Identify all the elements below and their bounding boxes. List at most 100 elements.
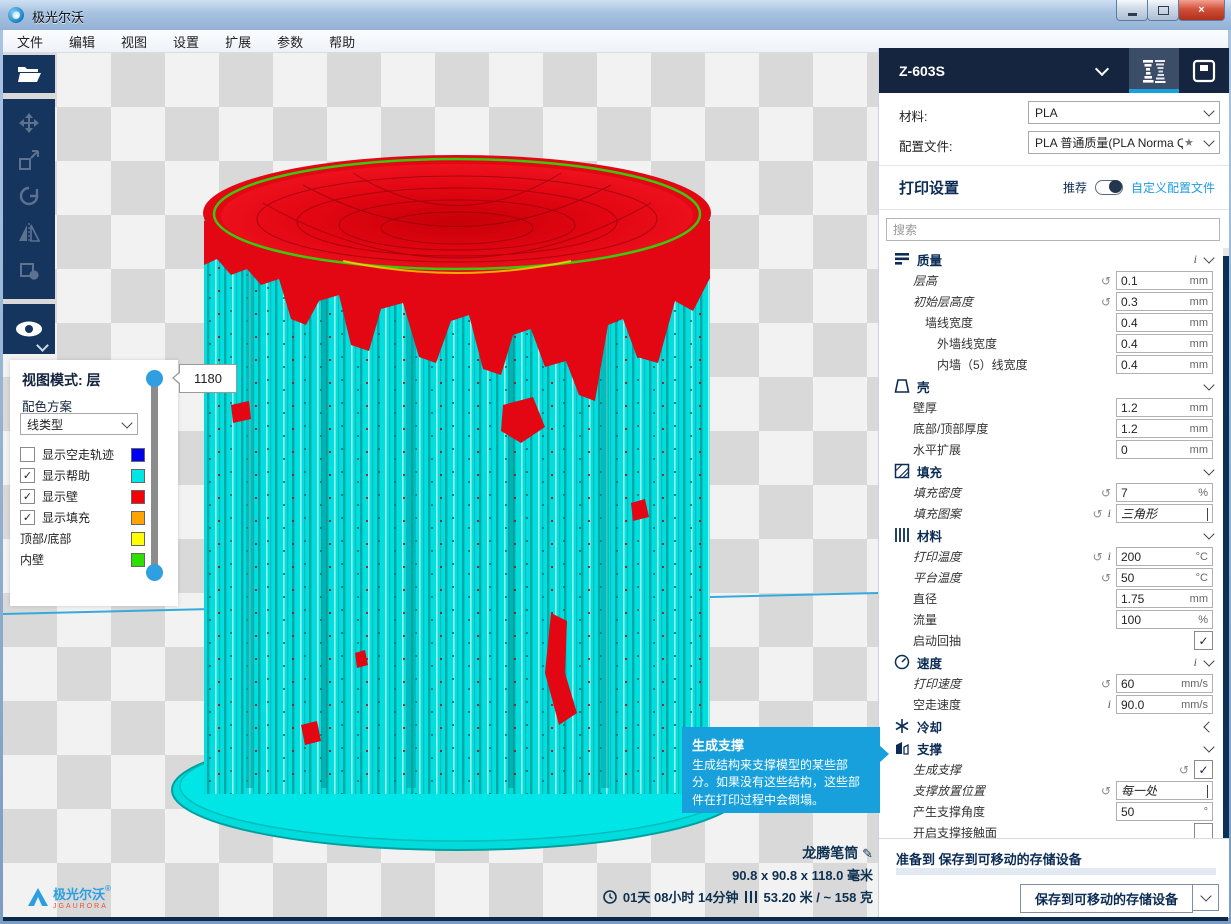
info-icon[interactable]: i [1108,506,1111,521]
info-icon[interactable]: i [1108,549,1111,564]
setting-field[interactable]: 50°C [1116,568,1213,587]
info-icon[interactable]: i [1108,697,1111,712]
machine-selector[interactable]: Z-603S [879,48,1229,93]
move-tool-icon[interactable] [17,111,41,140]
output-panel: 准备到 保存到可移动的存储设备 保存到可移动的存储设备 [879,838,1229,918]
view-options-button[interactable] [3,304,55,354]
checkbox[interactable] [20,447,35,462]
reset-icon[interactable]: ↺ [1101,784,1111,798]
profile-dropdown[interactable]: PLA 普通质量(PLA Norma Qua ★ [1028,131,1220,154]
menu-item-6[interactable]: 帮助 [329,32,355,51]
setting-field[interactable]: 0.1mm [1116,271,1213,290]
setting-checkbox[interactable]: ✓ [1194,760,1213,779]
color-swatch [131,490,145,504]
search-input[interactable]: 搜索 [886,218,1220,241]
checkbox[interactable]: ✓ [20,489,35,504]
setting-field[interactable]: 0.4mm [1116,313,1213,332]
setting-row: 内墙（5）线宽度0.4mm [879,354,1223,375]
setting-field[interactable]: 1.2mm [1116,398,1213,417]
scale-tool-icon[interactable] [17,148,41,177]
settings-scrollbar[interactable] [1223,248,1229,848]
section-header-infill[interactable]: 填充 [879,460,1223,482]
color-swatch [131,532,145,546]
section-header-shell[interactable]: 壳 [879,375,1223,397]
custom-profile-link[interactable]: 自定义配置文件 [1131,179,1215,196]
setting-field[interactable]: 200°C [1116,547,1213,566]
setting-field[interactable]: 60mm/s [1116,674,1213,693]
mirror-tool-icon[interactable] [17,221,41,250]
minimize-button[interactable] [1116,0,1148,21]
open-file-button[interactable] [3,55,55,93]
reset-icon[interactable]: ↺ [1101,486,1111,500]
setting-row: 生成支撑↺✓ [879,759,1223,780]
section-header-cooling[interactable]: 冷却 [879,715,1223,737]
setting-checkbox[interactable]: ✓ [1194,631,1213,650]
color-swatch [131,553,145,567]
menu-item-4[interactable]: 扩展 [225,32,251,51]
setting-field[interactable]: 7% [1116,483,1213,502]
setting-field[interactable]: 0.4mm [1116,355,1213,374]
reset-icon[interactable]: ↺ [1179,763,1189,777]
setting-field[interactable]: 0mm [1116,440,1213,459]
save-to-removable-button[interactable]: 保存到可移动的存储设备 [1020,884,1193,913]
scrollbar-thumb[interactable] [1223,256,1229,840]
checkbox[interactable]: ✓ [20,510,35,525]
color-scheme-dropdown[interactable]: 线类型 [20,413,138,435]
info-icon[interactable]: i [1194,252,1197,267]
view-option-2[interactable]: ✓显示壁 [20,486,145,507]
restore-button[interactable] [1147,0,1179,21]
reset-icon[interactable]: ↺ [1101,295,1111,309]
view-option-3[interactable]: ✓显示填充 [20,507,145,528]
tab-prepare-slice[interactable] [1129,48,1179,93]
setting-field[interactable]: 0.4mm [1116,334,1213,353]
reset-icon[interactable]: ↺ [1101,571,1111,585]
view-option-1[interactable]: ✓显示帮助 [20,465,145,486]
layer-slider-top-handle[interactable] [146,370,163,387]
model-name: 龙腾笔筒 [802,845,858,861]
rotate-tool-icon[interactable] [17,184,41,213]
setting-field[interactable]: 1.2mm [1116,419,1213,438]
tab-monitor[interactable] [1179,48,1229,93]
setting-field[interactable]: 50° [1116,802,1213,821]
setting-dropdown[interactable]: 三角形 [1116,504,1213,523]
material-dropdown[interactable]: PLA [1028,101,1220,124]
layer-slider-bottom-handle[interactable] [146,564,163,581]
chevron-down-icon [1203,655,1214,666]
menu-item-2[interactable]: 视图 [121,32,147,51]
titlebar[interactable]: 极光尔沃 × [0,0,1231,31]
reset-icon[interactable]: ↺ [1101,274,1111,288]
print-setup-title: 打印设置 [899,177,959,198]
setting-row: 外墙线宽度0.4mm [879,333,1223,354]
shell-icon [893,378,911,394]
view-option-0[interactable]: 显示空走轨迹 [20,444,145,465]
save-options-dropdown[interactable] [1193,884,1219,911]
setting-row: 启动回抽✓ [879,630,1223,651]
reset-icon[interactable]: ↺ [1093,550,1103,564]
setting-field[interactable]: 0.3mm [1116,292,1213,311]
reset-icon[interactable]: ↺ [1101,677,1111,691]
per-model-settings-icon[interactable] [17,258,41,287]
setting-row: 墙线宽度0.4mm [879,312,1223,333]
setting-field[interactable]: 1.75mm [1116,589,1213,608]
menu-item-1[interactable]: 编辑 [69,32,95,51]
menu-item-3[interactable]: 设置 [173,32,199,51]
reset-icon[interactable]: ↺ [1093,507,1103,521]
section-header-quality[interactable]: 质量i [879,248,1223,270]
section-header-speed[interactable]: 速度i [879,651,1223,673]
setup-mode-toggle[interactable] [1095,180,1123,195]
setting-field[interactable]: 90.0mm/s [1116,695,1213,714]
brand-logo: 极光尔沃® JGAURORA [28,884,111,910]
chevron-down-icon [1203,741,1214,752]
close-button[interactable]: × [1178,0,1225,21]
menu-item-5[interactable]: 参数 [277,32,303,51]
checkbox[interactable]: ✓ [20,468,35,483]
section-header-material[interactable]: 材料 [879,524,1223,546]
rename-pencil-icon[interactable]: ✎ [862,846,873,861]
info-icon[interactable]: i [1194,655,1197,670]
setting-row: 空走速度i90.0mm/s [879,694,1223,715]
setting-dropdown[interactable]: 每一处 [1116,781,1213,800]
section-header-support[interactable]: 支撑 [879,737,1223,759]
layer-slider-track[interactable] [151,375,158,577]
setting-field[interactable]: 100% [1116,610,1213,629]
menu-item-0[interactable]: 文件 [17,32,43,51]
